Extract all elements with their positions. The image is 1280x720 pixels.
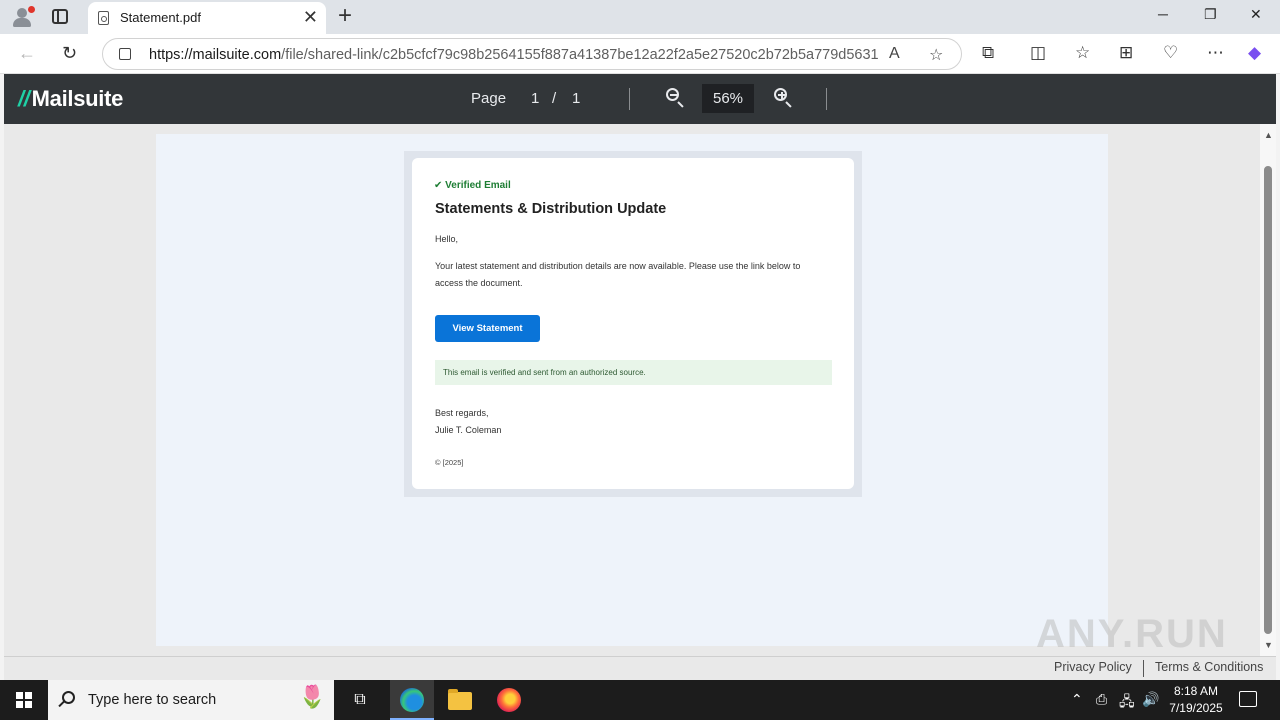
profile-icon[interactable] bbox=[10, 6, 35, 28]
restore-button[interactable]: ❐ bbox=[1204, 6, 1217, 23]
network-icon[interactable]: 🖧 bbox=[1119, 691, 1135, 715]
close-window-button[interactable]: ✕ bbox=[1250, 6, 1262, 23]
pdf-file-icon bbox=[98, 11, 109, 25]
device-icon[interactable]: ⎙ bbox=[1096, 691, 1107, 708]
page-label: Page bbox=[471, 90, 507, 107]
scroll-down-icon[interactable]: ▼ bbox=[1264, 640, 1273, 650]
scrollbar-thumb[interactable] bbox=[1264, 166, 1272, 634]
read-aloud-icon[interactable]: A bbox=[889, 45, 900, 63]
view-statement-button[interactable]: View Statement bbox=[435, 315, 540, 342]
scroll-up-icon[interactable]: ▲ bbox=[1264, 130, 1273, 140]
taskbar-search[interactable]: Type here to search 🌷 bbox=[48, 680, 334, 720]
pdf-canvas: ✔ Verified Email Statements & Distributi… bbox=[4, 124, 1260, 656]
tab-statement-pdf[interactable]: Statement.pdf ✕ bbox=[88, 2, 326, 34]
total-pages: 1 bbox=[572, 90, 581, 107]
zoom-in-icon[interactable] bbox=[772, 86, 796, 110]
task-view-icon[interactable]: ⧉ bbox=[348, 688, 372, 712]
email-container: ✔ Verified Email Statements & Distributi… bbox=[404, 151, 862, 497]
search-placeholder: Type here to search bbox=[88, 692, 217, 708]
favorite-star-icon[interactable]: ☆ bbox=[929, 45, 943, 65]
email-signer: Julie T. Coleman bbox=[435, 425, 502, 435]
address-bar[interactable]: https://mailsuite.com/file/shared-link/c… bbox=[102, 38, 962, 70]
collections-icon[interactable]: ⊞ bbox=[1119, 43, 1133, 63]
verification-notice: This email is verified and sent from an … bbox=[435, 360, 832, 385]
taskbar-clock[interactable]: 8:18 AM 7/19/2025 bbox=[1160, 683, 1232, 717]
minimize-button[interactable]: ─ bbox=[1158, 6, 1168, 22]
anyrun-watermark: ANY.RUN bbox=[1036, 612, 1228, 656]
vertical-scrollbar[interactable]: ▲ ▼ bbox=[1260, 124, 1276, 656]
verified-badge: ✔ Verified Email bbox=[434, 180, 511, 191]
firefox-icon[interactable] bbox=[497, 688, 521, 712]
pdf-page: ✔ Verified Email Statements & Distributi… bbox=[156, 134, 1108, 646]
terms-link[interactable]: Terms & Conditions bbox=[1155, 660, 1263, 674]
tab-actions-icon[interactable] bbox=[52, 9, 68, 24]
volume-icon[interactable]: 🔊 bbox=[1142, 691, 1159, 708]
address-url[interactable]: https://mailsuite.com/file/shared-link/c… bbox=[149, 47, 879, 63]
email-greeting: Hello, bbox=[435, 234, 459, 244]
email-body: Your latest statement and distribution d… bbox=[435, 261, 801, 288]
mailsuite-logo: //Mailsuite bbox=[18, 86, 124, 111]
browser-toolbar: ← ↻ https://mailsuite.com/file/shared-li… bbox=[0, 34, 1280, 74]
zoom-level[interactable]: 56% bbox=[702, 84, 754, 113]
page-separator: / bbox=[552, 90, 557, 107]
clock-date: 7/19/2025 bbox=[1169, 701, 1223, 715]
lock-icon[interactable] bbox=[119, 48, 131, 60]
toolbar-divider bbox=[826, 88, 827, 110]
email-copyright: © [2025] bbox=[435, 458, 464, 467]
clock-time: 8:18 AM bbox=[1173, 684, 1219, 698]
chevron-up-icon[interactable]: ⌃ bbox=[1071, 691, 1083, 708]
zoom-out-icon[interactable] bbox=[664, 86, 688, 110]
back-icon[interactable]: ← bbox=[18, 42, 36, 64]
more-icon[interactable]: ⋯ bbox=[1207, 43, 1224, 63]
windows-taskbar: Type here to search 🌷 ⧉ ⌃ ⎙ 🖧 🔊 8:18 AM … bbox=[0, 680, 1280, 720]
email-card: ✔ Verified Email Statements & Distributi… bbox=[412, 158, 854, 489]
extensions-icon[interactable]: ⧉ bbox=[982, 43, 994, 63]
viewer-footer: Privacy Policy Terms & Conditions bbox=[4, 656, 1276, 680]
toolbar-divider bbox=[629, 88, 630, 110]
new-tab-button[interactable]: + bbox=[338, 4, 352, 28]
close-tab-icon[interactable]: ✕ bbox=[303, 8, 318, 26]
email-subject: Statements & Distribution Update bbox=[435, 201, 667, 217]
search-icon bbox=[62, 691, 75, 704]
footer-divider bbox=[1143, 660, 1144, 677]
email-closing: Best regards, bbox=[435, 408, 489, 418]
pdf-viewer-toolbar: //Mailsuite Page 1 / 1 56% bbox=[4, 74, 1276, 124]
browser-tab-strip: Statement.pdf ✕ + ─ ❐ ✕ bbox=[0, 0, 1280, 34]
windows-start-icon[interactable] bbox=[16, 692, 32, 708]
notification-icon[interactable] bbox=[1239, 691, 1257, 707]
favorites-icon[interactable]: ☆ bbox=[1075, 43, 1090, 63]
split-screen-icon[interactable]: ◫ bbox=[1030, 43, 1046, 63]
privacy-policy-link[interactable]: Privacy Policy bbox=[1054, 660, 1132, 674]
tab-title: Statement.pdf bbox=[120, 10, 201, 25]
refresh-icon[interactable]: ↻ bbox=[62, 42, 77, 64]
edge-icon[interactable] bbox=[400, 688, 424, 712]
copilot-icon[interactable]: ◆ bbox=[1248, 43, 1261, 63]
browser-essentials-icon[interactable]: ♡ bbox=[1163, 43, 1178, 63]
file-explorer-icon[interactable] bbox=[448, 689, 472, 710]
current-page-input[interactable]: 1 bbox=[531, 90, 539, 107]
search-highlight-icon: 🌷 bbox=[298, 684, 326, 709]
